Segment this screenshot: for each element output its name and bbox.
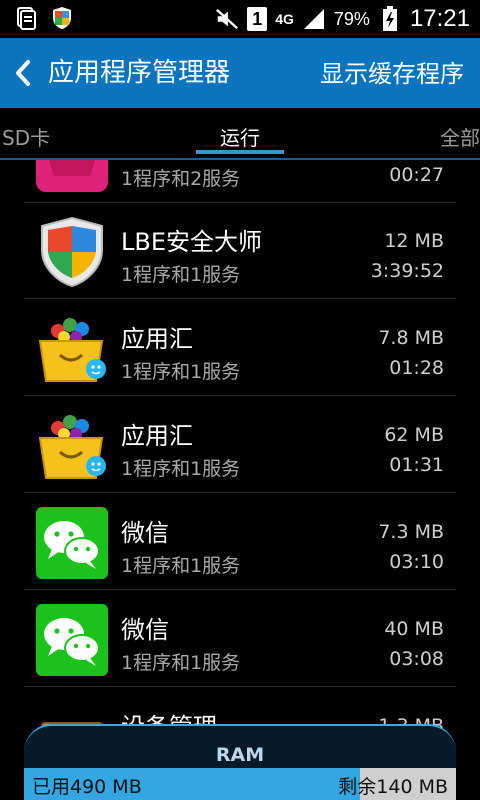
shield-icon [50,6,74,30]
app-name: 微信 [121,519,169,547]
ram-used-text: 已用490 MB [32,776,142,798]
app-memory: 12 MB [384,230,444,252]
app-process-info: 1程序和1服务 [121,458,241,480]
list-item[interactable]: 应用汇 1程序和1服务 7.8 MB 01:28 [24,299,456,396]
app-name: LBE安全大师 [121,228,262,256]
list-item[interactable]: 应用汇 1程序和1服务 62 MB 01:31 [24,396,456,493]
document-icon [14,6,38,30]
app-run-time: 01:31 [389,454,444,476]
running-apps-list[interactable]: 1程序和2服务 00:27 LBE安全大师 1程序和1服务 12 MB 3:39… [0,160,480,740]
ram-free-text: 剩余140 MB [338,776,448,798]
tab-indicator [196,150,284,154]
ram-usage-bar: 已用490 MB 剩余140 MB [24,768,456,800]
signal-icon [302,7,326,31]
lbe-shield-icon [36,216,108,288]
app-name: 微信 [121,616,169,644]
app-run-time: 00:27 [389,164,444,186]
list-item[interactable]: 微信 1程序和1服务 7.3 MB 03:10 [24,493,456,590]
wechat-icon [36,507,108,579]
app-process-info: 1程序和1服务 [121,361,241,383]
app-memory: 62 MB [384,424,444,446]
app-memory: 40 MB [384,618,444,640]
app-run-time: 03:10 [389,551,444,573]
app-process-info: 1程序和1服务 [121,264,241,286]
app-process-info: 1程序和1服务 [121,652,241,674]
app-store-icon [36,160,108,192]
tab-running[interactable]: 运行 [220,122,260,151]
app-process-info: 1程序和1服务 [121,555,241,577]
tab-bar: SD卡 运行 全部 [0,108,480,160]
back-arrow-icon[interactable] [12,56,34,90]
list-item[interactable]: 微信 1程序和1服务 40 MB 03:08 [24,590,456,687]
tab-all[interactable]: 全部 [440,122,480,151]
sim-slot-badge: 1 [247,7,268,31]
ram-label: RAM [215,744,265,766]
show-cached-button[interactable]: 显示缓存程序 [320,54,464,89]
tab-sd-card[interactable]: SD卡 [2,122,50,151]
app-run-time: 3:39:52 [370,260,444,282]
battery-charging-icon [378,6,402,31]
battery-percent: 79% [333,8,370,29]
network-type: 4G [275,11,294,27]
app-process-info: 1程序和2服务 [121,168,241,190]
action-bar: 应用程序管理器 显示缓存程序 [0,38,480,108]
list-item[interactable]: 1程序和2服务 00:27 [24,160,456,203]
wechat-icon [36,604,108,676]
app-run-time: 03:08 [389,648,444,670]
appchina-basket-icon [36,313,108,385]
page-title: 应用程序管理器 [48,58,231,88]
app-name: 应用汇 [121,422,193,450]
appchina-basket-icon [36,410,108,482]
app-run-time: 01:28 [389,357,444,379]
clock: 17:21 [409,5,470,32]
app-name: 应用汇 [121,325,193,353]
status-bar: 1 4G 79% 17:21 [0,0,480,38]
list-item[interactable]: LBE安全大师 1程序和1服务 12 MB 3:39:52 [24,202,456,299]
app-memory: 7.8 MB [378,327,444,349]
mute-icon [215,7,239,31]
app-memory: 7.3 MB [378,521,444,543]
